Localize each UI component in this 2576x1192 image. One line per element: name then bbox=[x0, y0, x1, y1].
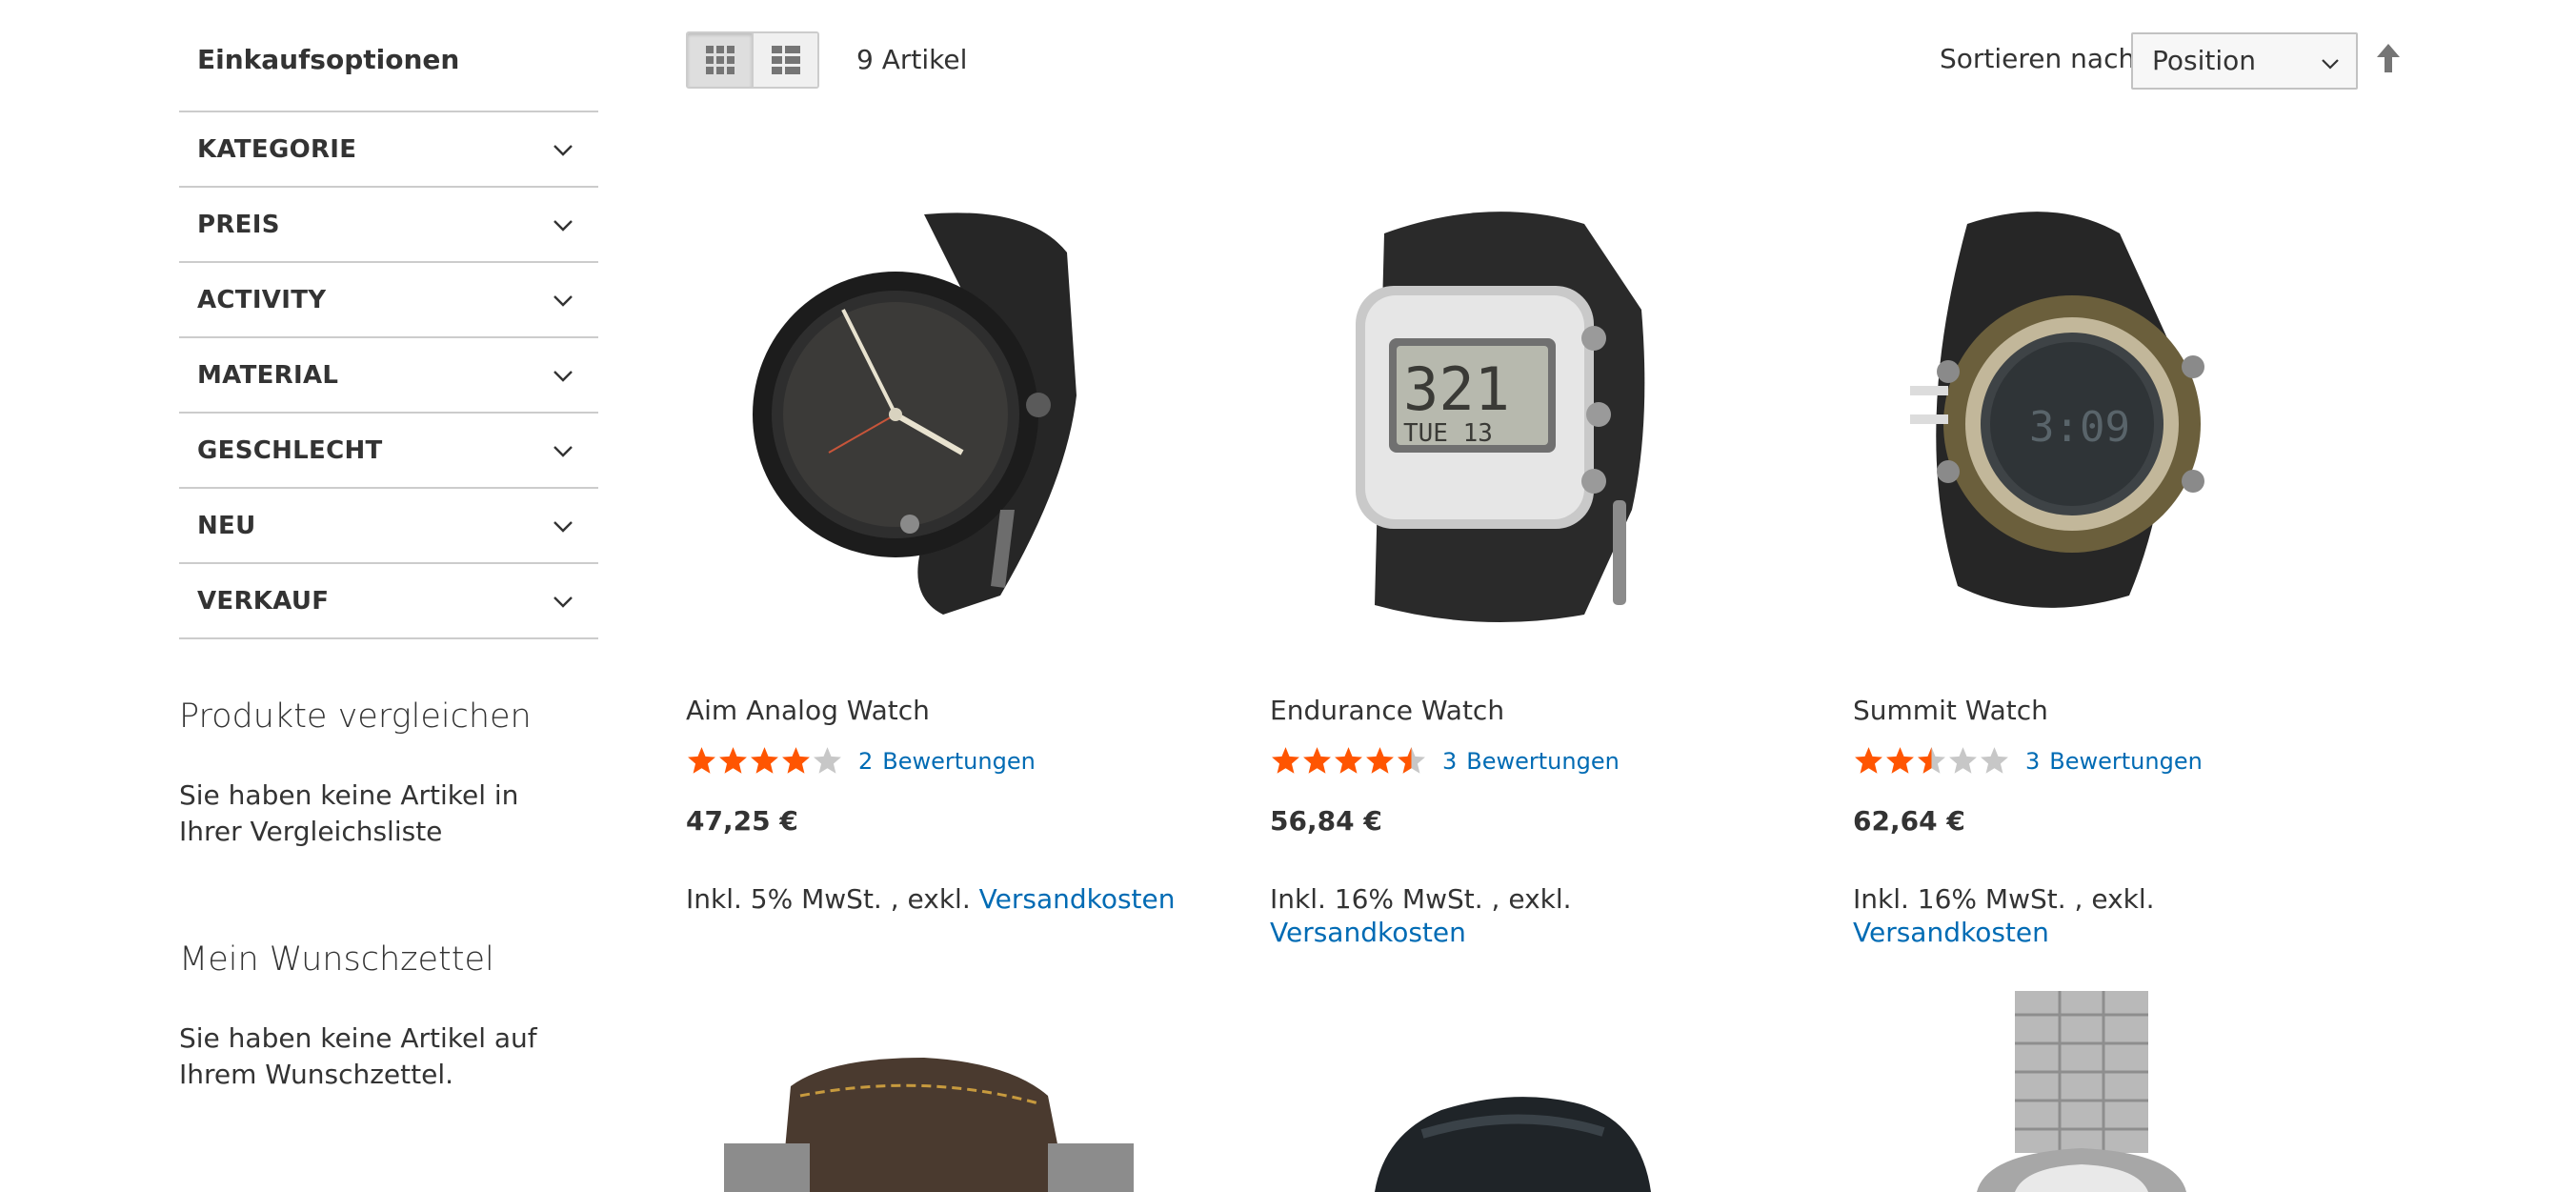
chevron-down-icon bbox=[553, 596, 573, 608]
star-icon bbox=[1303, 747, 1331, 774]
filter-label: MATERIAL bbox=[197, 360, 339, 390]
review-word: Bewertungen bbox=[2049, 747, 2203, 775]
chevron-down-icon bbox=[553, 446, 573, 457]
filter-list: KATEGORIE PREIS ACTIVITY MATERIAL GESCHL… bbox=[179, 111, 598, 639]
filter-category[interactable]: KATEGORIE bbox=[179, 112, 598, 188]
product-price: 62,64 € bbox=[1853, 805, 1965, 837]
product-rating: 2 Bewertungen bbox=[686, 745, 1036, 777]
tax-info: Inkl. 5% MwSt. , exkl. Versandkosten bbox=[686, 882, 1219, 916]
product-name[interactable]: Endurance Watch bbox=[1270, 695, 1504, 726]
review-count: 3 bbox=[1442, 747, 1458, 775]
rating-stars bbox=[1853, 745, 2010, 777]
shipping-cost-link[interactable]: Versandkosten bbox=[979, 883, 1176, 915]
product-price: 56,84 € bbox=[1270, 805, 1382, 837]
list-icon bbox=[771, 46, 800, 74]
product-image-leather-watch[interactable] bbox=[686, 991, 1219, 1192]
star-empty-icon bbox=[1949, 747, 1977, 774]
product-name[interactable]: Aim Analog Watch bbox=[686, 695, 930, 726]
wishlist-title: Mein Wunschzettel bbox=[179, 940, 494, 979]
product-count: 9 Artikel bbox=[856, 44, 968, 75]
product-image-black-watch[interactable] bbox=[1270, 991, 1803, 1192]
product-image-steel-watch[interactable] bbox=[1853, 991, 2386, 1192]
filter-label: PREIS bbox=[197, 210, 280, 239]
star-icon bbox=[782, 747, 810, 774]
chevron-down-icon bbox=[553, 220, 573, 232]
arrow-up-icon[interactable] bbox=[2374, 42, 2403, 74]
star-icon bbox=[1335, 747, 1362, 774]
star-icon bbox=[1272, 747, 1299, 774]
reviews-link[interactable]: 2 Bewertungen bbox=[858, 748, 1036, 775]
filter-label: ACTIVITY bbox=[197, 285, 327, 314]
star-icon bbox=[1886, 747, 1914, 774]
compare-empty-text: Sie haben keine Artikel in Ihrer Verglei… bbox=[179, 779, 519, 847]
product-rating: 3 Bewertungen bbox=[1853, 745, 2203, 777]
star-icon bbox=[719, 747, 747, 774]
star-icon bbox=[751, 747, 778, 774]
list-view-button[interactable] bbox=[754, 33, 817, 87]
review-count: 2 bbox=[858, 747, 874, 775]
chevron-down-icon bbox=[553, 295, 573, 307]
shopping-options-title: Einkaufsoptionen bbox=[197, 44, 460, 75]
product-price: 47,25 € bbox=[686, 805, 798, 837]
filter-label: NEU bbox=[197, 511, 256, 540]
filter-label: GESCHLECHT bbox=[197, 435, 383, 465]
compare-products-title: Produkte vergleichen bbox=[179, 697, 532, 736]
filter-gender[interactable]: GESCHLECHT bbox=[179, 414, 598, 489]
tax-text: Inkl. 16% MwSt. , exkl. bbox=[1853, 883, 2155, 915]
product-image-aim-analog-watch[interactable] bbox=[686, 195, 1219, 643]
svg-text:3:09: 3:09 bbox=[2029, 403, 2130, 452]
rating-stars bbox=[1270, 745, 1427, 777]
sort-select[interactable]: Position bbox=[2131, 32, 2358, 90]
sort-select-value: Position bbox=[2152, 45, 2257, 76]
product-rating: 3 Bewertungen bbox=[1270, 745, 1620, 777]
view-mode-switcher bbox=[686, 31, 819, 89]
product-name[interactable]: Summit Watch bbox=[1853, 695, 2048, 726]
rating-stars bbox=[686, 745, 843, 777]
shipping-cost-link[interactable]: Versandkosten bbox=[1853, 917, 2049, 948]
chevron-down-icon bbox=[553, 371, 573, 382]
star-half-icon bbox=[1918, 747, 1945, 774]
svg-text:TUE 13: TUE 13 bbox=[1403, 419, 1493, 448]
review-word: Bewertungen bbox=[882, 747, 1036, 775]
tax-info: Inkl. 16% MwSt. , exkl. Versandkosten bbox=[1270, 882, 1803, 949]
chevron-down-icon bbox=[553, 145, 573, 156]
tax-text: Inkl. 5% MwSt. , exkl. bbox=[686, 883, 971, 915]
star-half-icon bbox=[1398, 747, 1425, 774]
sort-label: Sortieren nach bbox=[1940, 43, 2136, 74]
wishlist-empty-text: Sie haben keine Artikel auf Ihrem Wunsch… bbox=[179, 1022, 537, 1090]
chevron-down-icon bbox=[553, 521, 573, 533]
grid-view-button[interactable] bbox=[688, 33, 754, 87]
review-count: 3 bbox=[2025, 747, 2041, 775]
star-icon bbox=[1855, 747, 1882, 774]
filter-activity[interactable]: ACTIVITY bbox=[179, 263, 598, 338]
filter-price[interactable]: PREIS bbox=[179, 188, 598, 263]
star-empty-icon bbox=[814, 747, 841, 774]
tax-text: Inkl. 16% MwSt. , exkl. bbox=[1270, 883, 1572, 915]
filter-material[interactable]: MATERIAL bbox=[179, 338, 598, 414]
star-icon bbox=[1366, 747, 1394, 774]
reviews-link[interactable]: 3 Bewertungen bbox=[1442, 748, 1620, 775]
reviews-link[interactable]: 3 Bewertungen bbox=[2025, 748, 2203, 775]
product-image-endurance-watch[interactable]: 321 TUE 13 bbox=[1270, 195, 1803, 643]
filter-label: KATEGORIE bbox=[197, 134, 357, 164]
shipping-cost-link[interactable]: Versandkosten bbox=[1270, 917, 1466, 948]
svg-text:321: 321 bbox=[1403, 354, 1510, 424]
star-icon bbox=[688, 747, 715, 774]
grid-icon bbox=[705, 46, 735, 74]
star-empty-icon bbox=[1981, 747, 2008, 774]
filter-new[interactable]: NEU bbox=[179, 489, 598, 564]
filter-label: VERKAUF bbox=[197, 586, 330, 616]
product-image-summit-watch[interactable]: 3:09 bbox=[1853, 195, 2386, 643]
chevron-down-icon bbox=[2322, 59, 2339, 70]
review-word: Bewertungen bbox=[1466, 747, 1620, 775]
filter-sale[interactable]: VERKAUF bbox=[179, 564, 598, 639]
tax-info: Inkl. 16% MwSt. , exkl. Versandkosten bbox=[1853, 882, 2386, 949]
